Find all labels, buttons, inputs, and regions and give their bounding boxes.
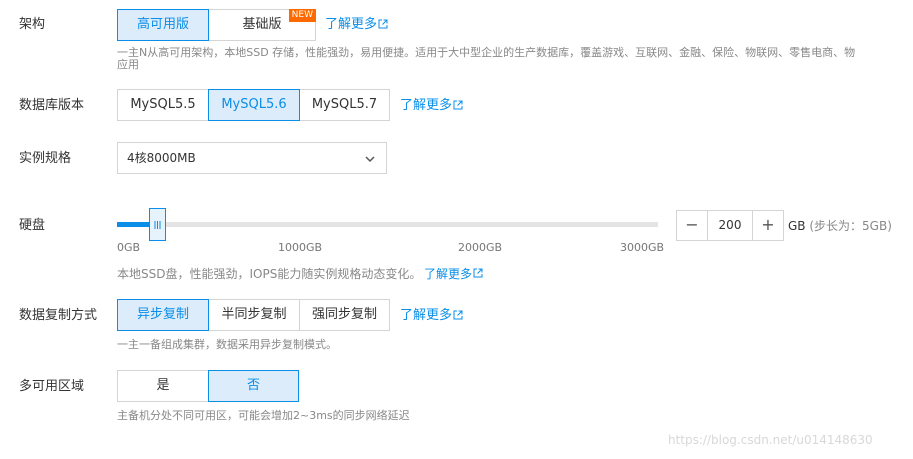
version-learn-more-text: 了解更多 <box>400 98 453 113</box>
arch-option-ha[interactable]: 高可用版 <box>117 9 209 41</box>
multi-az-option-yes-label: 是 <box>156 378 170 393</box>
arch-learn-more-link[interactable]: 了解更多 <box>325 17 388 33</box>
multi-az-option-yes[interactable]: 是 <box>117 370 209 402</box>
arch-selector: 高可用版 基础版 NEW <box>117 9 316 41</box>
arch-option-basic[interactable]: 基础版 NEW <box>208 9 316 41</box>
replication-option-semisync[interactable]: 半同步复制 <box>208 299 300 331</box>
db-config-form: 架构 高可用版 基础版 NEW 了解更多 一主N从高可用架构，本地SSD 存储，… <box>0 0 913 459</box>
disk-stepper: − 200 + <box>676 210 784 241</box>
version-option-56[interactable]: MySQL5.6 <box>208 89 300 121</box>
arch-learn-more-text: 了解更多 <box>325 17 378 32</box>
disk-note: 本地SSD盘，性能强劲，IOPS能力随实例规格动态变化。 <box>117 267 421 281</box>
external-link-icon <box>453 100 463 110</box>
replication-option-sync-label: 强同步复制 <box>311 307 377 322</box>
chevron-down-icon <box>365 156 375 163</box>
disk-learn-more-link[interactable]: 了解更多 <box>424 266 483 282</box>
replication-selector: 异步复制 半同步复制 强同步复制 <box>117 299 390 331</box>
spec-label: 实例规格 <box>19 151 72 166</box>
version-option-55-label: MySQL5.5 <box>130 97 196 112</box>
arch-option-ha-label: 高可用版 <box>136 17 189 32</box>
grip-icon <box>154 221 160 229</box>
disk-unit: GB (步长为：5GB) <box>788 218 892 234</box>
disk-note-text: 本地SSD盘，性能强劲，IOPS能力随实例规格动态变化。 <box>117 267 422 281</box>
replication-option-semisync-label: 半同步复制 <box>221 307 287 322</box>
version-option-56-label: MySQL5.6 <box>221 97 287 112</box>
replication-note: 一主一备组成集群，数据采用异步复制模式。 <box>117 338 337 351</box>
version-selector: MySQL5.5 MySQL5.6 MySQL5.7 <box>117 89 390 121</box>
disk-tick-1000: 1000GB <box>278 241 323 254</box>
disk-tick-0: 0GB <box>117 241 141 254</box>
disk-slider-track[interactable] <box>117 222 658 227</box>
disk-tick-2000: 2000GB <box>458 241 503 254</box>
multi-az-note: 主备机分处不同可用区，可能会增加2~3ms的同步网络延迟 <box>117 409 410 422</box>
multi-az-label: 多可用区域 <box>19 379 85 394</box>
disk-tick-3000: 3000GB <box>620 241 665 254</box>
disk-label: 硬盘 <box>19 218 46 233</box>
disk-size-input[interactable]: 200 <box>708 210 752 241</box>
replication-option-sync[interactable]: 强同步复制 <box>299 299 390 331</box>
disk-learn-more-text: 了解更多 <box>424 267 473 281</box>
replication-label: 数据复制方式 <box>19 308 98 323</box>
spec-select[interactable]: 4核8000MB <box>117 142 387 174</box>
version-label: 数据库版本 <box>19 98 85 113</box>
version-option-55[interactable]: MySQL5.5 <box>117 89 209 121</box>
spec-select-value: 4核8000MB <box>127 151 196 165</box>
multi-az-option-no[interactable]: 否 <box>208 370 299 402</box>
arch-option-basic-label: 基础版 <box>242 17 282 32</box>
disk-slider-handle[interactable] <box>148 208 166 241</box>
multi-az-option-no-label: 否 <box>246 378 260 393</box>
external-link-icon <box>378 19 388 29</box>
multi-az-selector: 是 否 <box>117 370 299 402</box>
replication-option-async-label: 异步复制 <box>136 307 189 322</box>
version-option-57-label: MySQL5.7 <box>311 97 378 112</box>
disk-step-hint: (步长为：5GB) <box>809 219 892 233</box>
arch-note-line2: 应用 <box>117 58 139 71</box>
replication-learn-more-text: 了解更多 <box>400 308 453 323</box>
disk-unit-text: GB <box>788 219 806 233</box>
version-option-57[interactable]: MySQL5.7 <box>299 89 390 121</box>
external-link-icon <box>453 310 463 320</box>
new-badge: NEW <box>288 9 316 22</box>
disk-increase-button[interactable]: + <box>752 210 784 241</box>
watermark: https://blog.csdn.net/u014148630 <box>668 433 873 447</box>
external-link-icon <box>473 268 483 278</box>
version-learn-more-link[interactable]: 了解更多 <box>400 98 463 114</box>
arch-note-line1: 一主N从高可用架构，本地SSD 存储，性能强劲，易用便捷。适用于大中型企业的生产… <box>117 46 856 59</box>
replication-learn-more-link[interactable]: 了解更多 <box>400 308 463 324</box>
disk-decrease-button[interactable]: − <box>676 210 708 241</box>
arch-label: 架构 <box>19 17 46 32</box>
replication-option-async[interactable]: 异步复制 <box>117 299 209 331</box>
